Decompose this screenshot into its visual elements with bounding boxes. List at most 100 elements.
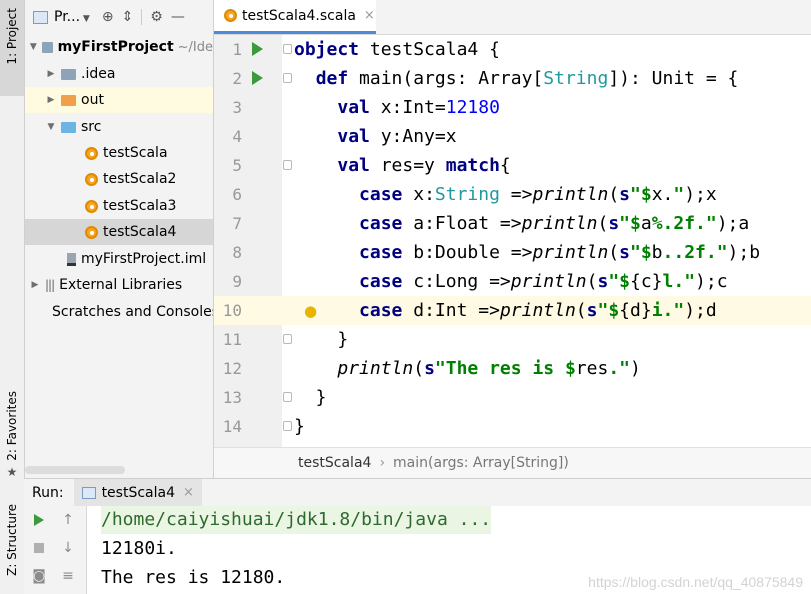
run-icon[interactable]: [252, 71, 263, 85]
fold-icon[interactable]: [283, 421, 292, 431]
code-text: }: [294, 329, 349, 350]
expand-arrow-icon[interactable]: ▼: [29, 42, 38, 52]
structure-tool-tab[interactable]: Z: Structure: [0, 498, 24, 594]
fold-icon[interactable]: [283, 334, 292, 344]
expand-arrow-icon[interactable]: ▼: [45, 122, 57, 132]
tree-item-idea[interactable]: ▶ .idea: [25, 61, 213, 87]
project-view-icon: [33, 10, 48, 24]
fold-icon[interactable]: [283, 392, 292, 402]
tree-item-testscala4[interactable]: testScala4: [25, 219, 213, 245]
console-output-line: 12180i.: [101, 538, 177, 559]
tree-item-label: .idea: [81, 66, 116, 82]
code-editor[interactable]: 1 object testScala4 { 2 def main(args: A…: [214, 35, 811, 447]
stop-icon[interactable]: [29, 538, 49, 558]
tree-item-iml[interactable]: myFirstProject.iml: [25, 246, 213, 272]
libraries-icon: |||: [45, 278, 55, 292]
tree-item-label: testScala: [103, 145, 168, 161]
run-label: Run:: [32, 484, 64, 501]
fold-icon[interactable]: [283, 160, 292, 170]
breadcrumb-file[interactable]: testScala4: [298, 455, 371, 471]
source-folder-icon: [61, 121, 76, 133]
code-line: 13 }: [214, 383, 811, 412]
run-toolbar: ↑ ↓ ◙ ≡: [24, 506, 87, 594]
arrow-up-icon[interactable]: ↑: [58, 510, 78, 530]
project-view-dropdown[interactable]: Pr... ▼: [54, 9, 90, 25]
project-tool-tab[interactable]: 1: Project: [0, 0, 24, 96]
camera-icon[interactable]: ◙: [29, 566, 49, 586]
breadcrumb-method[interactable]: main(args: Array[String]): [393, 455, 569, 471]
code-text: case x:String =>println(s"$x.");x: [359, 184, 717, 205]
left-tool-stripe: 1: Project 2: Favorites ★ Z: Structure: [0, 0, 25, 594]
tree-item-external-libraries[interactable]: ▶ ||| External Libraries: [25, 272, 213, 298]
tree-item-testscala[interactable]: testScala: [25, 140, 213, 166]
tree-item-label: src: [81, 119, 102, 135]
tree-item-testscala2[interactable]: testScala2: [25, 166, 213, 192]
run-console[interactable]: /home/caiyishuai/jdk1.8/bin/java ... 121…: [87, 506, 811, 594]
folder-icon: [61, 94, 76, 106]
code-line: 5 val res=y match{: [214, 151, 811, 180]
line-number: 8: [232, 243, 242, 262]
scala-object-icon: [85, 199, 98, 213]
line-number: 5: [232, 156, 242, 175]
code-line: 4 val y:Any=x: [214, 122, 811, 151]
run-panel-header: Run: testScala4 ×: [24, 478, 811, 507]
line-number: 11: [222, 330, 242, 349]
line-number: 6: [232, 185, 242, 204]
line-number: 4: [232, 127, 242, 146]
code-text: def main(args: Array[String]): Unit = {: [315, 68, 739, 89]
line-number: 2: [232, 69, 242, 88]
breadcrumb: testScala4 › main(args: Array[String]): [214, 447, 811, 478]
code-line: 6 case x:String =>println(s"$x.");x: [214, 180, 811, 209]
folder-icon: [41, 41, 53, 53]
tree-item-myfirstproject[interactable]: ▼ myFirstProject ~/Ide: [25, 34, 213, 60]
run-icon[interactable]: [252, 42, 263, 56]
scala-object-icon: [85, 146, 98, 160]
line-number: 14: [222, 417, 242, 436]
locate-icon[interactable]: ⊕: [102, 9, 114, 25]
expand-arrow-icon[interactable]: ▶: [45, 95, 57, 105]
console-output-line: The res is 12180.: [101, 567, 286, 588]
console-command-line: /home/caiyishuai/jdk1.8/bin/java ...: [101, 506, 492, 534]
line-number: 13: [222, 388, 242, 407]
tree-item-label: testScala3: [103, 198, 177, 214]
code-text: case b:Double =>println(s"$b..2f.");b: [359, 242, 761, 263]
rerun-icon[interactable]: [29, 510, 49, 530]
soft-wrap-icon[interactable]: ≡: [58, 566, 78, 586]
code-line: 2 def main(args: Array[String]): Unit = …: [214, 64, 811, 93]
favorites-tool-tab[interactable]: 2: Favorites ★: [0, 385, 24, 485]
arrow-down-icon[interactable]: ↓: [58, 538, 78, 558]
close-icon[interactable]: ×: [364, 8, 375, 23]
run-tab-label: testScala4: [101, 484, 175, 501]
code-line: 8 case b:Double =>println(s"$b..2f.");b: [214, 238, 811, 267]
collapse-all-icon[interactable]: ⇕: [122, 9, 134, 25]
breadcrumb-separator: ›: [379, 455, 386, 471]
gear-icon[interactable]: ⚙: [150, 9, 163, 25]
expand-arrow-icon[interactable]: ▶: [29, 280, 41, 290]
tree-item-label: Scratches and Consoles: [52, 304, 214, 320]
tree-item-out[interactable]: ▶ out: [25, 87, 213, 113]
horizontal-scrollbar[interactable]: [25, 466, 125, 474]
fold-icon[interactable]: [283, 44, 292, 54]
tree-item-scratches[interactable]: Scratches and Consoles: [25, 299, 213, 325]
tree-item-testscala3[interactable]: testScala3: [25, 193, 213, 219]
watermark: https://blog.csdn.net/qq_40875849: [588, 574, 803, 590]
run-tab-testscala4[interactable]: testScala4 ×: [73, 479, 202, 506]
tree-item-label: myFirstProject: [57, 39, 174, 55]
close-icon[interactable]: ×: [183, 485, 194, 500]
toolbar-divider: [141, 9, 143, 25]
code-line: 7 case a:Float =>println(s"$a%.2f.");a: [214, 209, 811, 238]
tree-item-label: External Libraries: [59, 277, 183, 293]
tab-testscala4[interactable]: testScala4.scala ×: [214, 0, 376, 34]
tree-item-src[interactable]: ▼ src: [25, 114, 213, 140]
fold-icon[interactable]: [283, 73, 292, 83]
code-text: val res=y match{: [337, 155, 511, 176]
expand-arrow-icon[interactable]: ▶: [45, 69, 57, 79]
hide-icon[interactable]: —: [171, 9, 185, 25]
line-number: 1: [232, 40, 242, 59]
project-toolbar: Pr... ▼ ⊕ ⇕ ⚙ —: [25, 0, 213, 34]
code-line: 14 }: [214, 412, 811, 441]
line-number: 12: [222, 359, 242, 378]
project-view-label: Pr...: [54, 9, 81, 25]
code-line: 9 case c:Long =>println(s"${c}l.");c: [214, 267, 811, 296]
scala-object-icon: [224, 9, 237, 22]
